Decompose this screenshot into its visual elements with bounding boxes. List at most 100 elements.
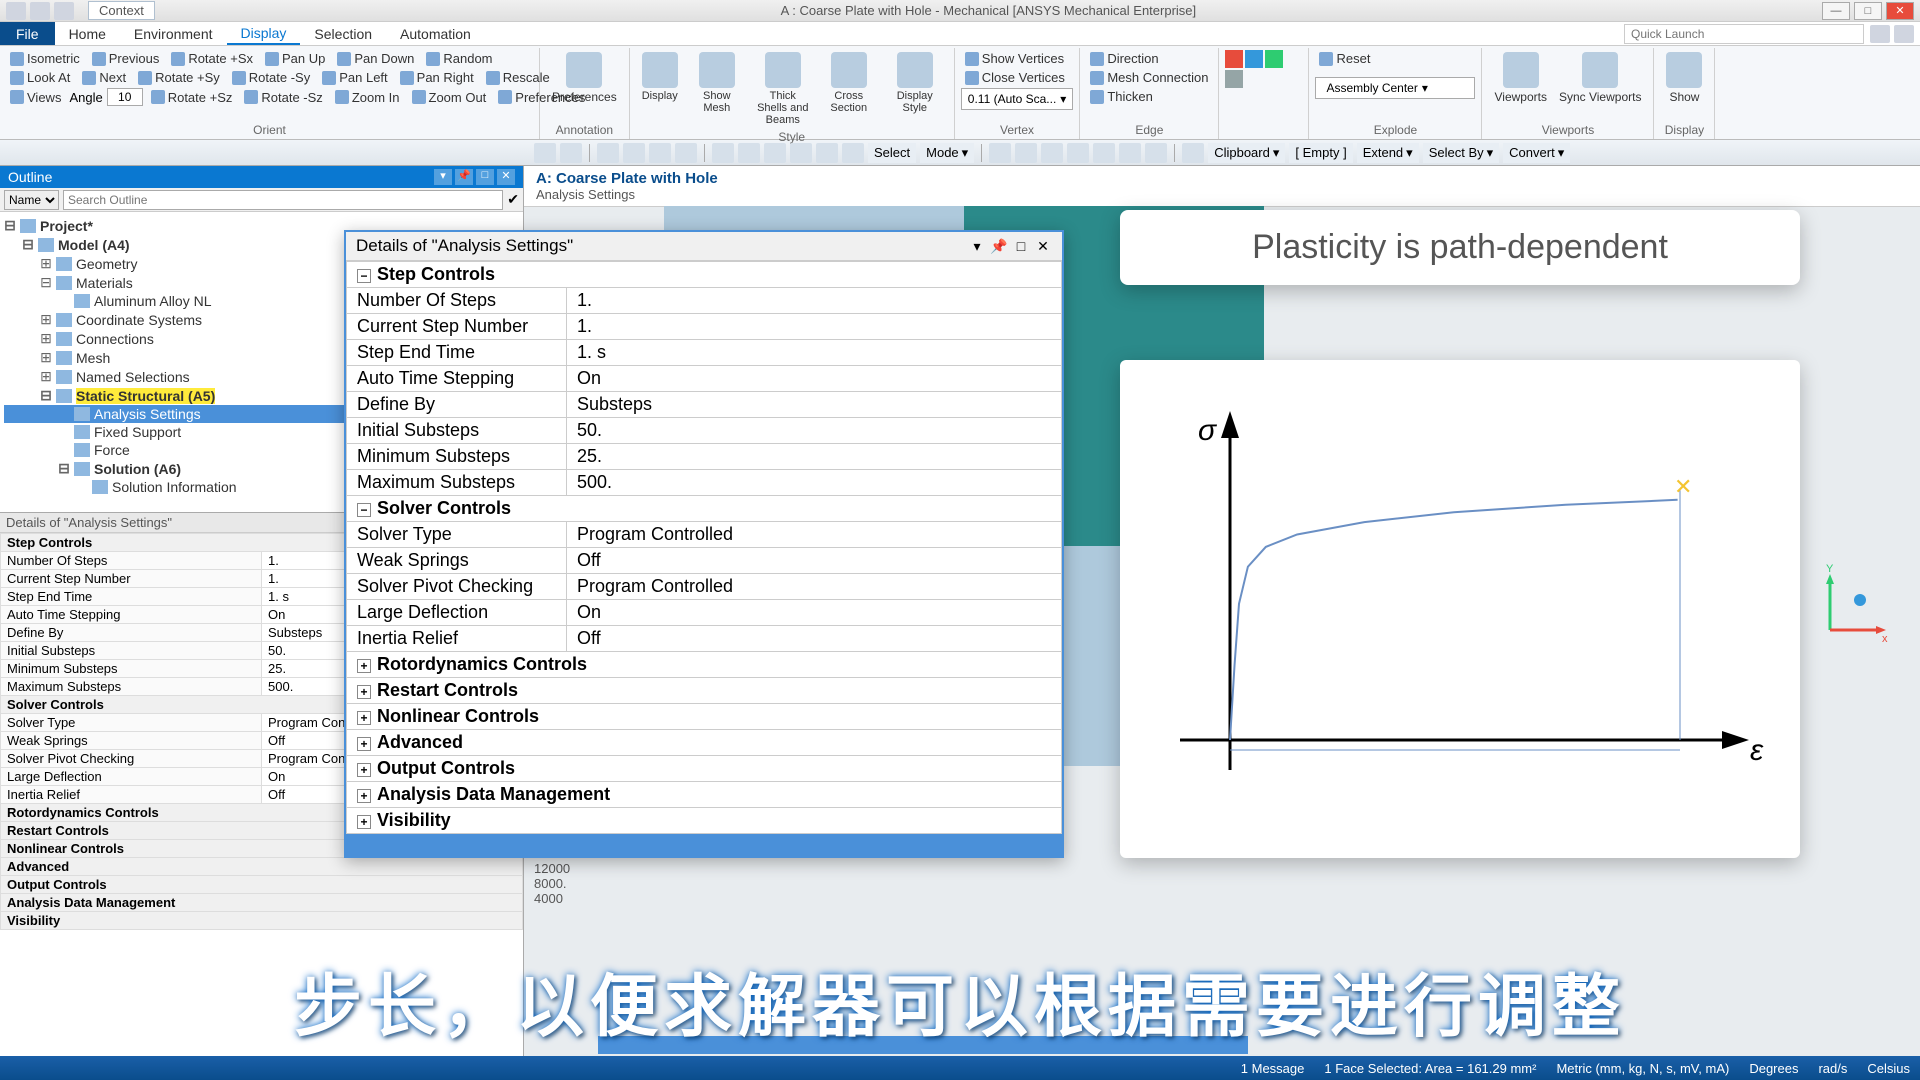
tool-icon[interactable]	[1119, 143, 1141, 163]
tool-icon[interactable]	[597, 143, 619, 163]
views-button[interactable]: Views	[6, 89, 65, 106]
tool-icon[interactable]	[816, 143, 838, 163]
annotation-prefs-button[interactable]: Preferences	[546, 50, 623, 106]
close-vertices-button[interactable]: Close Vertices	[961, 69, 1074, 86]
settings-icon[interactable]	[1894, 25, 1914, 43]
close-button[interactable]: ✕	[1886, 2, 1914, 20]
outline-search-input[interactable]	[63, 190, 503, 210]
popup-float-icon[interactable]: □	[1012, 238, 1030, 255]
details-value[interactable]: Off	[567, 626, 1062, 652]
tool-icon[interactable]	[738, 143, 760, 163]
details-group-header[interactable]: Visibility	[1, 912, 523, 930]
details-value[interactable]: Off	[567, 548, 1062, 574]
select-dropdown[interactable]: Select	[868, 143, 916, 163]
minimize-button[interactable]: —	[1822, 2, 1850, 20]
vertex-scale-dropdown[interactable]: 0.11 (Auto Sca...▾	[961, 88, 1074, 110]
mode-dropdown[interactable]: Mode▾	[920, 143, 974, 163]
details-group-header[interactable]: +Visibility	[347, 808, 1062, 834]
angle-input[interactable]	[107, 88, 143, 106]
status-messages[interactable]: 1 Message	[1241, 1061, 1305, 1076]
menu-tab-selection[interactable]: Selection	[300, 22, 386, 45]
zoom-out-button[interactable]: Zoom Out	[408, 89, 491, 106]
tool-icon[interactable]	[989, 143, 1011, 163]
show-mesh-button[interactable]: Show Mesh	[684, 50, 750, 128]
viewports-button[interactable]: Viewports	[1488, 50, 1552, 106]
thicken-button[interactable]: Thicken	[1086, 88, 1212, 105]
tool-icon[interactable]	[1182, 143, 1204, 163]
menu-tab-display[interactable]: Display	[227, 22, 301, 45]
panel-float-icon[interactable]: □	[476, 169, 494, 185]
tool-icon[interactable]	[1015, 143, 1037, 163]
details-group-header[interactable]: −Step Controls	[347, 262, 1062, 288]
isometric-button[interactable]: Isometric	[6, 50, 84, 67]
popup-dropdown-icon[interactable]: ▾	[968, 238, 986, 255]
tool-icon[interactable]	[1093, 143, 1115, 163]
thick-shells-and-beams-button[interactable]: Thick Shells and Beams	[750, 50, 816, 128]
details-group-header[interactable]: +Output Controls	[347, 756, 1062, 782]
details-value[interactable]: On	[567, 600, 1062, 626]
color-swatch-icon[interactable]	[1225, 70, 1243, 88]
popup-close-icon[interactable]: ✕	[1034, 238, 1052, 255]
convert-dropdown[interactable]: Convert▾	[1503, 143, 1570, 163]
details-value[interactable]: Program Controlled	[567, 574, 1062, 600]
look-at-button[interactable]: Look At	[6, 69, 74, 86]
previous-button[interactable]: Previous	[88, 50, 164, 67]
panel-pin-icon[interactable]: 📌	[455, 169, 473, 185]
panel-close-icon[interactable]: ✕	[497, 169, 515, 185]
tool-icon[interactable]	[712, 143, 734, 163]
details-group-header[interactable]: Output Controls	[1, 876, 523, 894]
help-icon[interactable]	[1870, 25, 1890, 43]
selectby-dropdown[interactable]: Select By▾	[1423, 143, 1499, 163]
quick-launch-input[interactable]	[1624, 24, 1864, 44]
tool-icon[interactable]	[623, 143, 645, 163]
rotate-sy-button[interactable]: Rotate +Sy	[134, 69, 224, 86]
rotate--sz-button[interactable]: Rotate -Sz	[240, 89, 326, 106]
context-tab[interactable]: Context	[88, 1, 155, 20]
display-button[interactable]: Display	[636, 50, 684, 128]
pan-right-button[interactable]: Pan Right	[396, 69, 478, 86]
details-value[interactable]: 1. s	[567, 340, 1062, 366]
file-menu[interactable]: File	[0, 22, 55, 45]
extend-dropdown[interactable]: Extend▾	[1357, 143, 1419, 163]
tool-icon[interactable]	[1145, 143, 1167, 163]
sync-viewports-button[interactable]: Sync Viewports	[1553, 50, 1647, 106]
details-popup-table[interactable]: −Step ControlsNumber Of Steps1.Current S…	[346, 261, 1062, 834]
details-group-header[interactable]: −Solver Controls	[347, 496, 1062, 522]
tool-icon[interactable]	[1041, 143, 1063, 163]
details-group-header[interactable]: +Nonlinear Controls	[347, 704, 1062, 730]
details-value[interactable]: 1.	[567, 314, 1062, 340]
reset-explode-button[interactable]: Reset	[1315, 50, 1475, 67]
details-group-header[interactable]: Advanced	[1, 858, 523, 876]
orientation-triad[interactable]: Y x	[1810, 560, 1890, 650]
popup-pin-icon[interactable]: 📌	[990, 238, 1008, 255]
tool-icon[interactable]	[790, 143, 812, 163]
assembly-center-dropdown[interactable]: Assembly Center ▾	[1315, 77, 1475, 99]
cross-section-button[interactable]: Cross Section	[816, 50, 882, 128]
rotate--sy-button[interactable]: Rotate -Sy	[228, 69, 314, 86]
details-value[interactable]: Program Controlled	[567, 522, 1062, 548]
tool-icon[interactable]	[534, 143, 556, 163]
details-value[interactable]: 50.	[567, 418, 1062, 444]
details-value[interactable]: 25.	[567, 444, 1062, 470]
tool-icon[interactable]	[1067, 143, 1089, 163]
search-icon[interactable]: ✔	[507, 191, 519, 208]
pan-up-button[interactable]: Pan Up	[261, 50, 329, 67]
mesh-connection-button[interactable]: Mesh Connection	[1086, 69, 1212, 86]
tool-icon[interactable]	[675, 143, 697, 163]
next-button[interactable]: Next	[78, 69, 130, 86]
outline-filter-select[interactable]: Name	[4, 190, 59, 210]
qat-redo-icon[interactable]	[54, 2, 74, 20]
color-swatch-icon[interactable]	[1225, 50, 1243, 68]
details-value[interactable]: 500.	[567, 470, 1062, 496]
tool-icon[interactable]	[560, 143, 582, 163]
rotate-sz-button[interactable]: Rotate +Sz	[147, 89, 237, 106]
color-swatch-icon[interactable]	[1265, 50, 1283, 68]
qat-save-icon[interactable]	[6, 2, 26, 20]
show-vertices-button[interactable]: Show Vertices	[961, 50, 1074, 67]
menu-tab-home[interactable]: Home	[55, 22, 120, 45]
tool-icon[interactable]	[764, 143, 786, 163]
details-group-header[interactable]: +Analysis Data Management	[347, 782, 1062, 808]
rotate-sx-button[interactable]: Rotate +Sx	[167, 50, 257, 67]
clipboard-dropdown[interactable]: Clipboard▾	[1208, 143, 1285, 163]
menu-tab-environment[interactable]: Environment	[120, 22, 227, 45]
